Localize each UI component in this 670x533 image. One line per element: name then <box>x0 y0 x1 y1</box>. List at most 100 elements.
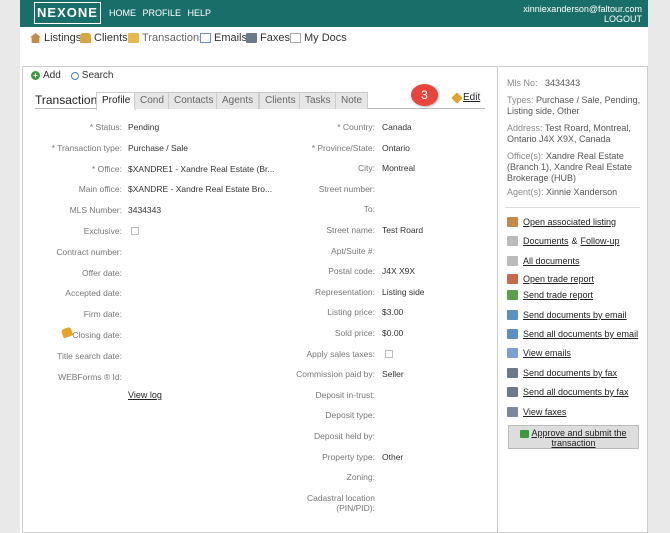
sidebar-link[interactable]: Send documents by fax <box>507 368 617 378</box>
nav-listings-label: Listings <box>44 32 82 44</box>
nav-emails[interactable]: Emails <box>200 32 247 44</box>
sales-taxes-checkbox[interactable] <box>385 349 393 358</box>
right-field-label: To: <box>363 204 375 215</box>
logout-link[interactable]: LOGOUT <box>523 14 642 24</box>
search-button[interactable]: Search <box>70 70 114 81</box>
sidebar-link-label: Open associated listing <box>523 217 617 227</box>
right-field-label: Street name: <box>326 225 375 235</box>
left-field-value: 3434343 <box>128 205 162 216</box>
left-field-label: Offer date: <box>81 267 122 278</box>
sidebar-link-label: View faxes <box>523 407 567 417</box>
fax-send-all-icon <box>507 387 518 397</box>
clients-icon <box>80 33 91 43</box>
tab-tasks[interactable]: Tasks <box>299 92 337 109</box>
sidebar-link[interactable]: View emails <box>507 348 571 358</box>
nav-transactions[interactable]: Transactions <box>128 32 205 44</box>
left-field-label: * Transaction type: <box>51 142 122 153</box>
user-info: xinniexanderson@faltour.com LOGOUT <box>523 4 642 24</box>
tab-agents[interactable]: Agents <box>216 92 260 109</box>
sidebar-link[interactable]: Documents & Follow-up <box>507 236 620 246</box>
add-button[interactable]: + Add <box>31 70 61 81</box>
fax-view-icon <box>507 407 518 417</box>
right-field-value: $3.00 <box>382 307 404 318</box>
approve-label: Approve and submit the transaction <box>531 428 627 448</box>
nav-clients[interactable]: Clients <box>80 32 128 44</box>
nav-listings[interactable]: Listings <box>30 32 81 44</box>
sidebar-link-label: All documents <box>523 256 580 266</box>
sidebar-link[interactable]: Send all documents by fax <box>507 387 629 397</box>
nav-my-docs[interactable]: My Docs <box>290 32 347 44</box>
sidebar-link[interactable]: Send documents by email <box>507 310 627 320</box>
edit-label: Edit <box>463 92 481 103</box>
search-label: Search <box>81 70 114 81</box>
edit-button[interactable]: Edit <box>451 91 481 104</box>
right-field-label: Listing price: <box>327 307 375 318</box>
left-field-label: Title search date: <box>57 350 122 361</box>
nav-profile[interactable]: PROFILE <box>143 8 182 18</box>
agents-value: Xinnie Xanderson <box>546 187 618 197</box>
nexone-logo[interactable]: NEXONE <box>34 2 101 24</box>
right-field-value: Test Roard <box>382 225 424 235</box>
sidebar-link[interactable]: All documents <box>507 256 580 266</box>
add-label: Add <box>43 70 61 81</box>
top-nav: HOME PROFILE HELP <box>109 8 215 18</box>
left-field-label: Closing date: <box>72 330 122 340</box>
view-log-link[interactable]: View log <box>128 390 162 400</box>
tab-cond[interactable]: Cond <box>134 92 170 109</box>
top-bar: NEXONE HOME PROFILE HELP xinniexanderson… <box>20 0 648 27</box>
nav-my-docs-label: My Docs <box>304 32 347 44</box>
sidebar-link-label: Open trade report <box>523 274 595 284</box>
mls-value: 3434343 <box>545 78 581 88</box>
sidebar-link-label: Send documents by fax <box>523 368 618 378</box>
right-field-label: Sold price: <box>334 328 375 338</box>
tab-contacts[interactable]: Contacts <box>168 92 220 109</box>
mls-info: Mls No: 3434343 <box>507 78 580 89</box>
search-icon <box>70 71 79 80</box>
follow-up-link[interactable]: Follow-up <box>581 236 620 246</box>
sidebar-link-label: View emails <box>523 348 571 358</box>
report-icon <box>507 274 518 284</box>
left-field-label: * Status: <box>89 122 122 132</box>
sidebar-link[interactable]: Open associated listing <box>507 217 616 227</box>
approve-submit-button[interactable]: Approve and submit the transaction <box>508 425 639 449</box>
sidebar-link-label: Send documents by email <box>523 310 627 320</box>
sidebar-link[interactable]: Send trade report <box>507 290 593 300</box>
sidebar-link[interactable]: View faxes <box>507 407 566 417</box>
right-field-label: Apply sales taxes: <box>306 348 375 359</box>
right-field-value: Montreal <box>382 163 416 174</box>
sidebar-link[interactable]: Open trade report <box>507 274 594 284</box>
types-info: Types: Purchase / Sale, Pending, Listing… <box>507 95 641 117</box>
fax-send-icon <box>507 368 518 378</box>
right-field-label: (PIN/PID): <box>336 502 375 513</box>
left-field-label: Contract number: <box>56 246 122 257</box>
tab-clients[interactable]: Clients <box>259 92 302 109</box>
right-field-label: City: <box>358 163 375 174</box>
nav-home[interactable]: HOME <box>109 8 136 18</box>
offices-info: Office(s): Xandre Real Estate (Branch 1)… <box>507 151 641 184</box>
left-field-label: Main office: <box>78 184 122 195</box>
right-field-value: Listing side <box>382 286 425 297</box>
step-badge: 3 <box>411 84 438 106</box>
tab-note[interactable]: Note <box>335 92 369 109</box>
approve-icon <box>520 429 530 438</box>
right-field-label: Cadastral location <box>306 492 375 503</box>
right-field-label: Zoning: <box>346 472 375 483</box>
mls-label: Mls No: <box>507 78 538 88</box>
exclusive-checkbox[interactable] <box>131 227 139 235</box>
nav-transactions-label: Transactions <box>142 32 205 44</box>
right-field-value: $0.00 <box>382 328 404 338</box>
tab-profile[interactable]: Profile <box>96 92 137 110</box>
house-icon <box>30 33 41 43</box>
nav-help[interactable]: HELP <box>188 8 212 18</box>
nav-faxes[interactable]: Faxes <box>246 32 290 44</box>
right-field-label: * Province/State: <box>311 142 375 153</box>
right-field-label: Deposit type: <box>325 410 375 421</box>
house-icon <box>507 217 518 227</box>
address-label: Address: <box>507 123 543 133</box>
sidebar-link-separator: & <box>571 236 578 246</box>
tabs-title: Transaction <box>35 93 98 107</box>
sidebar-link[interactable]: Send all documents by email <box>507 329 638 339</box>
types-label: Types: <box>507 95 534 105</box>
nav-faxes-label: Faxes <box>260 32 290 44</box>
right-field-label: Representation: <box>314 286 375 297</box>
